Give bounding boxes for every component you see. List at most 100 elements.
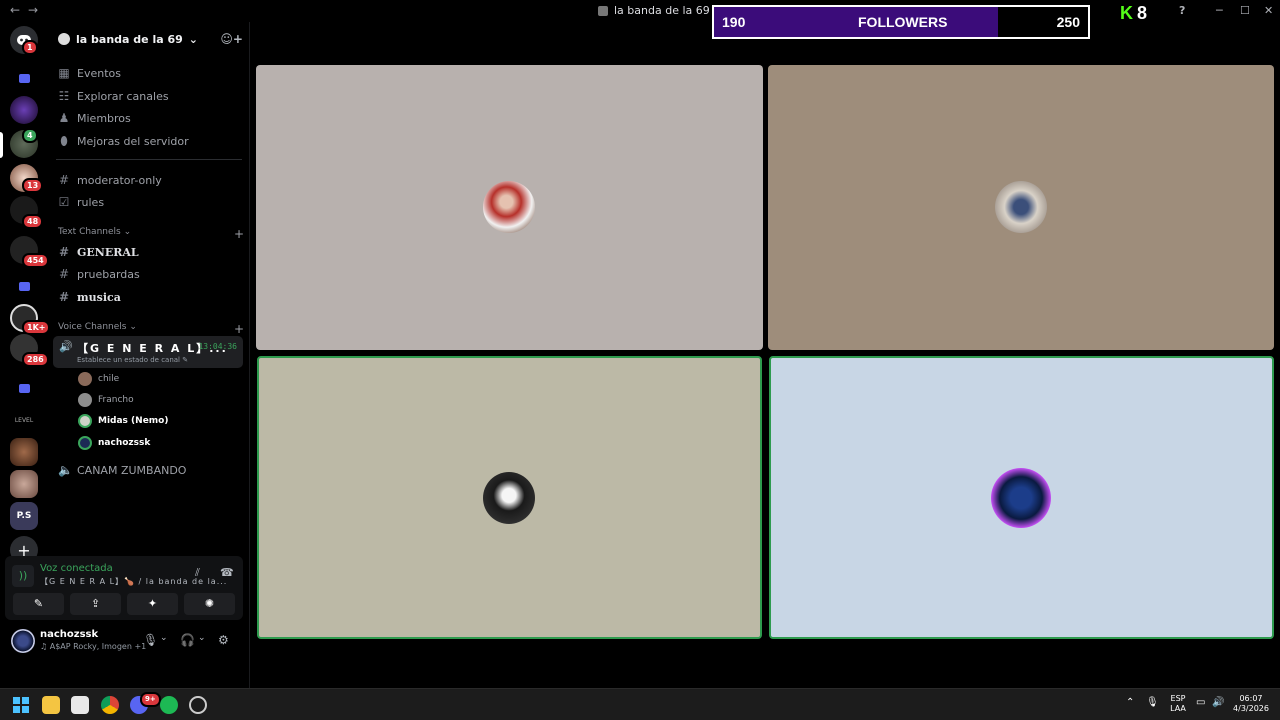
server-header[interactable]: la banda de la 69 ⌄ ☺+ [58,30,243,48]
channel-general[interactable]: # GENERAL [58,243,139,261]
voice-user[interactable]: Francho [78,392,134,408]
hash-icon: # [58,173,70,187]
server-folder-icon[interactable] [10,374,38,402]
settings-gear-icon[interactable]: ⚙ [218,633,229,647]
chevron-down-icon[interactable]: ⌄ [160,633,168,643]
voice-user[interactable]: chile [78,371,119,387]
store-icon[interactable] [71,696,89,714]
boost-icon: ⬮ [60,133,68,148]
channel-label: moderator-only [77,173,162,187]
invite-people-icon[interactable]: ☺+ [220,32,243,46]
speaker-icon: 🔊 [59,340,73,353]
menu-members[interactable]: ♟ Miembros [58,109,131,127]
video-tile[interactable] [256,65,763,350]
avatar [78,414,92,428]
add-channel-icon[interactable]: + [234,322,244,336]
volume-icon[interactable]: 🔊 [1212,698,1224,708]
user-label: Francho [98,395,134,405]
video-tile-speaking[interactable] [257,356,762,639]
back-arrow-icon[interactable]: ← [10,3,20,17]
username: nachozssk [40,629,99,640]
language-indicator[interactable]: ESP LAA [1170,694,1186,714]
avatar [78,372,92,386]
server-icon[interactable] [10,96,38,124]
menu-label: Mejoras del servidor [77,134,189,148]
server-folder-icon[interactable] [10,64,38,92]
video-tile[interactable] [768,65,1274,350]
avatar [78,436,92,450]
clock[interactable]: 06:07 4/3/2026 [1232,694,1270,714]
close-button[interactable]: ✕ [1264,4,1273,17]
noise-suppression-icon[interactable]: ⫽ [195,566,200,580]
hash-icon: # [58,245,70,259]
kick-logo-icon: K [1120,3,1133,23]
server-ps-icon[interactable]: P.S [10,502,38,530]
disconnect-icon[interactable]: ☎ [220,566,234,579]
windows-taskbar: 9+ ⌃ 🎙 ESP LAA ▭ 🔊 06:07 4/3/2026 [0,688,1280,720]
menu-events[interactable]: ▦ Eventos [58,64,121,82]
server-icon [598,5,608,16]
obs-icon[interactable] [189,696,207,714]
voice-channel-canam[interactable]: 🔈 CANAM ZUMBANDO [58,461,186,479]
voice-channel-general[interactable]: 🔊 【G E N E R A L】... 13:04:36 Establece … [53,336,243,368]
help-icon[interactable]: ? [1179,4,1185,17]
channel-pruebardas[interactable]: # pruebardas [58,265,140,283]
channel-label: CANAM ZUMBANDO [77,463,187,477]
discord-badge: 9+ [140,692,161,707]
server-avatar-icon [58,33,70,45]
maximize-button[interactable]: ☐ [1240,4,1250,17]
server-name: la banda de la 69 [76,32,183,46]
chevron-down-icon[interactable]: ⌄ [198,633,206,643]
window-title-text: la banda de la 69 [614,4,710,17]
avatar [483,472,535,524]
microphone-icon[interactable]: 🎙 [1146,698,1159,708]
user-panel: nachozssk ♫ A$AP Rocky, Imogen +1 🎙 ⌄ 🎧 … [5,626,243,656]
spotify-icon[interactable] [160,696,178,714]
user-label: nachozssk [98,438,151,448]
soundboard-button[interactable]: ✺ [184,593,235,615]
avatar [483,181,535,233]
avatar[interactable] [11,629,35,653]
server-level-icon[interactable]: LEVEL [10,406,38,434]
voice-user[interactable]: nachozssk [78,435,150,451]
language-bottom: LAA [1170,704,1186,713]
channel-label: GENERAL [77,245,139,259]
screen-share-button[interactable]: ⇪ [70,593,121,615]
channel-musica[interactable]: # musica [58,288,121,306]
windows-start-icon[interactable] [12,696,30,714]
server-badge: 4 [22,128,38,143]
video-tile-speaking[interactable] [769,356,1274,639]
channel-status[interactable]: Establece un estado de canal ✎ [77,356,188,364]
server-icon[interactable] [10,438,38,466]
channel-rules[interactable]: ☑ rules [58,193,104,211]
category-voice-channels[interactable]: Voice Channels ⌄ + [58,322,244,336]
camera-off-button[interactable]: ✎ [13,593,64,615]
network-icon[interactable]: ▭ [1196,698,1205,708]
add-channel-icon[interactable]: + [234,227,244,241]
menu-server-boosts[interactable]: ⬮ Mejoras del servidor [58,132,189,150]
headset-icon[interactable]: 🎧 [180,633,195,647]
server-icon[interactable] [10,470,38,498]
chevron-up-icon[interactable]: ⌃ [1126,698,1134,708]
rules-icon: ☑ [58,195,70,209]
chrome-icon[interactable] [101,696,119,714]
microphone-icon[interactable]: 🎙 [143,633,158,647]
divider [56,159,242,160]
activities-button[interactable]: ✦ [127,593,178,615]
followers-goal: 250 [1056,14,1080,30]
voice-user[interactable]: Midas (Nemo) [78,413,168,429]
menu-browse-channels[interactable]: ☷ Explorar canales [58,87,169,105]
minimize-button[interactable]: ─ [1216,4,1223,17]
server-folder-icon[interactable] [10,272,38,300]
channel-moderator-only[interactable]: # moderator-only [58,171,162,189]
clock-date: 4/3/2026 [1233,704,1269,713]
menu-label: Explorar canales [77,89,169,103]
category-text-channels[interactable]: Text Channels ⌄ + [58,227,244,241]
menu-label: Miembros [77,111,131,125]
channel-label: musica [77,290,121,304]
channel-label: pruebardas [77,267,140,281]
file-explorer-icon[interactable] [42,696,60,714]
forward-arrow-icon[interactable]: → [28,3,38,17]
language-top: ESP [1170,694,1186,703]
signal-icon[interactable]: )) [12,565,34,587]
